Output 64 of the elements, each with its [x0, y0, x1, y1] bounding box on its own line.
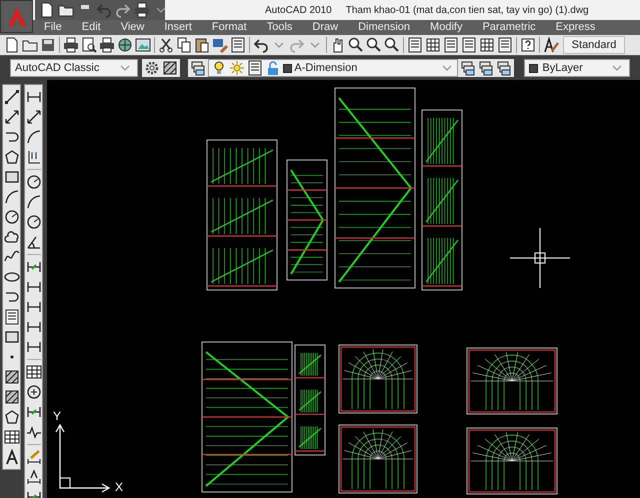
- help-icon[interactable]: [520, 37, 536, 53]
- radius-icon[interactable]: [26, 174, 42, 190]
- layers-icon[interactable]: [460, 60, 476, 76]
- workspace-dropdown[interactable]: AutoCAD Classic: [10, 59, 138, 77]
- x-axis-label: X: [115, 481, 124, 493]
- grid-icon[interactable]: [162, 60, 178, 76]
- ordinate-dimension-icon[interactable]: [26, 149, 42, 165]
- layers-icon[interactable]: [478, 60, 494, 76]
- picture-icon[interactable]: [135, 37, 151, 53]
- cut-icon[interactable]: [158, 37, 174, 53]
- center-mark-icon[interactable]: [26, 384, 42, 400]
- copy-icon[interactable]: [176, 37, 192, 53]
- crosshair-cursor: [510, 228, 570, 288]
- menu-item[interactable]: Tools: [266, 22, 292, 33]
- polygon-icon[interactable]: [4, 149, 20, 165]
- app-title: AutoCAD 2010: [265, 4, 332, 18]
- sun-icon: [229, 60, 246, 76]
- paste-icon[interactable]: [194, 37, 210, 53]
- text-style-icon[interactable]: [543, 37, 559, 53]
- rectangle-icon[interactable]: [4, 169, 20, 185]
- menu-item[interactable]: Insert: [164, 22, 192, 33]
- menu-item[interactable]: File: [44, 22, 62, 33]
- undo-icon[interactable]: [253, 37, 269, 53]
- ucs-axes-icon: [55, 424, 110, 493]
- menu-item[interactable]: Draw: [312, 22, 338, 33]
- table-icon[interactable]: [4, 429, 20, 445]
- layer-dropdown[interactable]: A-Dimension: [208, 59, 458, 77]
- print-preview-icon[interactable]: [81, 37, 97, 53]
- quick-dimension-icon[interactable]: [26, 259, 42, 275]
- menu-item[interactable]: Parametric: [482, 22, 536, 33]
- aligned-dimension-icon[interactable]: [26, 109, 42, 125]
- arc-icon[interactable]: [4, 189, 20, 205]
- printer-icon[interactable]: [134, 2, 150, 18]
- layers-icon[interactable]: [496, 60, 512, 76]
- jogged-linear-icon[interactable]: [26, 424, 42, 440]
- text-icon[interactable]: [4, 449, 20, 465]
- angular-dimension-icon[interactable]: [26, 234, 42, 250]
- line-icon[interactable]: [4, 89, 20, 105]
- dimension-edit-icon[interactable]: [26, 449, 42, 465]
- menu-item[interactable]: Dimension: [358, 22, 410, 33]
- match-properties-icon[interactable]: [212, 37, 228, 53]
- menu-item[interactable]: Edit: [82, 22, 101, 33]
- layers-icon[interactable]: [190, 60, 206, 76]
- menu-item[interactable]: View: [120, 22, 144, 33]
- zoom-icon[interactable]: [348, 37, 364, 53]
- menu-item[interactable]: Express: [556, 22, 596, 33]
- new-file-icon[interactable]: [39, 2, 55, 18]
- color-dropdown[interactable]: ByLayer: [524, 59, 630, 77]
- globe-icon[interactable]: [117, 37, 133, 53]
- construction-line-icon[interactable]: [4, 109, 20, 125]
- linear-dimension-icon[interactable]: [26, 89, 42, 105]
- new-file-icon[interactable]: [4, 37, 20, 53]
- circle-icon[interactable]: [4, 209, 20, 225]
- y-axis-label: Y: [53, 410, 62, 422]
- dimension-text-edit-icon[interactable]: [26, 469, 42, 485]
- hatch-icon[interactable]: [4, 369, 20, 385]
- text-style-dropdown[interactable]: Standard: [563, 36, 625, 54]
- menu-item[interactable]: Format: [212, 22, 247, 33]
- settings-icon[interactable]: [144, 60, 160, 76]
- printer-icon[interactable]: [63, 37, 79, 53]
- revision-cloud-icon[interactable]: [4, 229, 20, 245]
- menu-item[interactable]: Modify: [430, 22, 462, 33]
- arc-length-icon[interactable]: [26, 129, 42, 145]
- file-title: Tham khao-01 (mat da,con tien sat, tay vin go) (1).dwg: [346, 4, 589, 18]
